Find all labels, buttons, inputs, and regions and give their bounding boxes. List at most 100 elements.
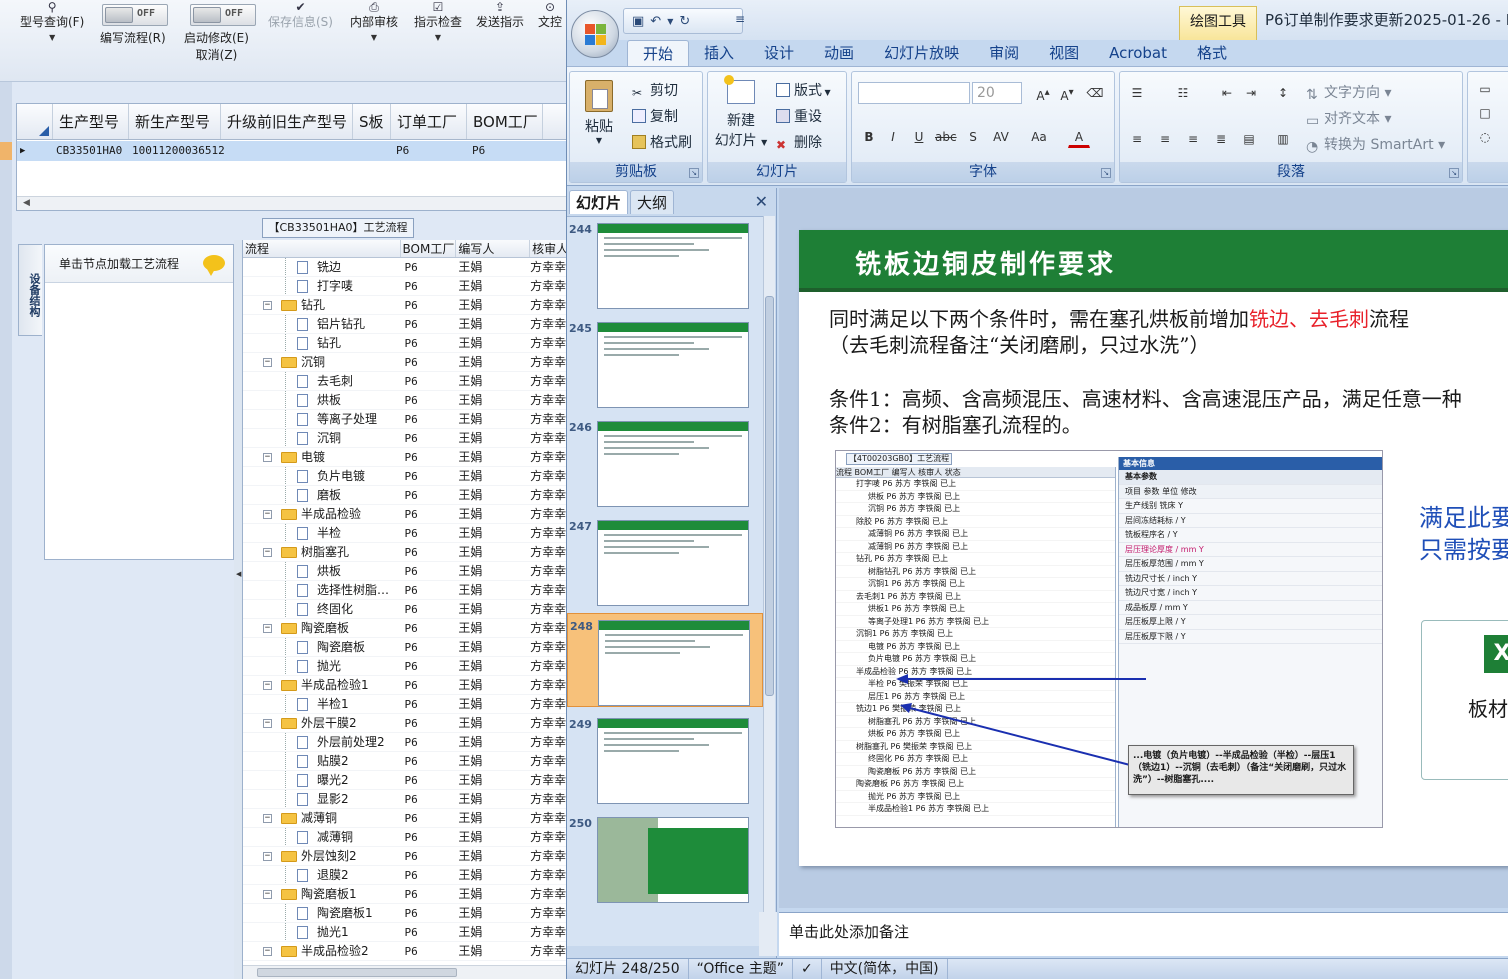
tree-node[interactable]: 抛光1 P6 王娟 方幸幸 — [243, 923, 568, 942]
write-process-toggle[interactable]: OFF — [102, 4, 168, 26]
tree-node[interactable]: − 陶瓷磨板1 P6 王娟 方幸幸 — [243, 885, 568, 904]
smartart-button[interactable]: ◔ 转换为 SmartArt ▾ — [1306, 134, 1445, 155]
tree-node[interactable]: 终固化 P6 王娟 方幸幸 — [243, 600, 568, 619]
chevron-down-icon[interactable]: ▼ — [667, 17, 673, 26]
tree-node[interactable]: 磨板 P6 王娟 方幸幸 — [243, 486, 568, 505]
tree-node[interactable]: 负片电镀 P6 王娟 方幸幸 — [243, 467, 568, 486]
tab-slideshow[interactable]: 幻灯片放映 — [869, 40, 974, 66]
slide-thumbnail[interactable]: 244 — [567, 217, 763, 311]
tree-node[interactable]: 沉铜 P6 王娟 方幸幸 — [243, 429, 568, 448]
tree-node[interactable]: 曝光2 P6 王娟 方幸幸 — [243, 771, 568, 790]
tree-node[interactable]: 贴膜2 P6 王娟 方幸幸 — [243, 752, 568, 771]
align-text-button[interactable]: ▭ 对齐文本 ▾ — [1306, 108, 1391, 129]
tree-node[interactable]: 外层前处理2 P6 王娟 方幸幸 — [243, 733, 568, 752]
slide-condition-1[interactable]: 条件1：高频、含高频混压、高速材料、含高速混压产品，满足任意一种 — [829, 386, 1462, 412]
tree-node[interactable]: 等离子处理 P6 王娟 方幸幸 — [243, 410, 568, 429]
tree-node[interactable]: − 电镀 P6 王娟 方幸幸 — [243, 448, 568, 467]
send-instruction-button[interactable]: ⇪ 发送指示 — [476, 0, 524, 31]
context-tab-drawing-tools[interactable]: 绘图工具 — [1179, 6, 1257, 40]
save-icon[interactable]: ▣ — [632, 14, 644, 29]
language-indicator[interactable]: 中文(简体，中国) — [822, 959, 948, 979]
tree-node[interactable]: 半检1 P6 王娟 方幸幸 — [243, 695, 568, 714]
dialog-launcher-icon[interactable]: ↘ — [689, 168, 699, 178]
slide-condition-2[interactable]: 条件2：有树脂塞孔流程的。 — [829, 412, 1082, 438]
tab-review[interactable]: 审阅 — [974, 40, 1034, 66]
rectangle-icon[interactable]: □ — [1474, 102, 1496, 124]
tree-node[interactable]: − 钻孔 P6 王娟 方幸幸 — [243, 296, 568, 315]
tab-home[interactable]: 开始 — [627, 40, 690, 66]
doc-control-button[interactable]: ⊙ 文控 — [538, 0, 562, 31]
new-slide-button[interactable]: 新建 幻灯片 ▼ — [714, 75, 768, 150]
tree-node[interactable]: − 半成品检验1 P6 王娟 方幸幸 — [243, 676, 568, 695]
shape-icon[interactable]: ◌ — [1474, 126, 1496, 148]
slide-text-line2[interactable]: （去毛刺流程备注“关闭磨刷，只过水洗”） — [829, 332, 1209, 358]
tab-device-structure[interactable]: 设备结构 — [18, 244, 42, 336]
italic-icon[interactable]: I — [882, 126, 904, 148]
dialog-launcher-icon[interactable]: ↘ — [1449, 168, 1459, 178]
tree-node[interactable]: − 半成品检验2 P6 王娟 方幸幸 — [243, 942, 568, 961]
enable-modify-toggle[interactable]: OFF — [190, 4, 256, 26]
textbox-icon[interactable]: ▭ — [1474, 78, 1496, 100]
clear-format-icon[interactable]: ⌫ — [1084, 82, 1106, 104]
font-color-icon[interactable]: A — [1068, 126, 1090, 148]
tree-node[interactable]: − 外层蚀刻2 P6 王娟 方幸幸 — [243, 847, 568, 866]
layout-button[interactable]: 版式 ▼ — [776, 80, 831, 100]
tree-node[interactable]: 铝片钻孔 P6 王娟 方幸幸 — [243, 315, 568, 334]
collapse-icon[interactable]: − — [263, 719, 272, 728]
collapse-icon[interactable]: − — [263, 358, 272, 367]
increase-indent-icon[interactable]: ⇥ — [1240, 82, 1262, 104]
change-case-icon[interactable]: Aa — [1028, 126, 1050, 148]
collapse-icon[interactable]: − — [263, 681, 272, 690]
notes-scrollbar[interactable] — [759, 912, 777, 956]
decrease-indent-icon[interactable]: ⇤ — [1216, 82, 1238, 104]
theme-name[interactable]: “Office 主题” — [689, 959, 793, 979]
tree-node[interactable]: 钻孔 P6 王娟 方幸幸 — [243, 334, 568, 353]
tree-node[interactable]: 烘板 P6 王娟 方幸幸 — [243, 391, 568, 410]
horizontal-scrollbar[interactable] — [243, 965, 568, 979]
font-size-input[interactable]: 20 — [972, 82, 1022, 104]
slide-thumbnail[interactable]: 247 — [567, 514, 763, 608]
shrink-font-icon[interactable]: A▾ — [1056, 82, 1078, 104]
char-spacing-icon[interactable]: AV — [990, 126, 1012, 148]
paste-button[interactable]: 粘贴 ▼ — [580, 80, 618, 145]
tree-node[interactable]: 去毛刺 P6 王娟 方幸幸 — [243, 372, 568, 391]
model-query-button[interactable]: ⚲ 型号查询(F) ▼ — [20, 0, 84, 45]
excel-object[interactable]: X 板材 — [1421, 620, 1508, 780]
slide-text-line1[interactable]: 同时满足以下两个条件时，需在塞孔烘板前增加铣边、去毛刺流程 — [829, 306, 1409, 332]
format-painter-button[interactable]: 格式刷 — [632, 132, 692, 152]
slide-thumbnail[interactable]: 246 — [567, 415, 763, 509]
strikethrough-icon[interactable]: abc — [934, 126, 957, 148]
tree-node[interactable]: − 陶瓷磨板 P6 王娟 方幸幸 — [243, 619, 568, 638]
slide-thumbnail[interactable]: 250 — [567, 811, 763, 905]
tree-node[interactable]: − 沉铜 P6 王娟 方幸幸 — [243, 353, 568, 372]
tree-node[interactable]: − 树脂塞孔 P6 王娟 方幸幸 — [243, 543, 568, 562]
splitter[interactable]: ◀ — [234, 240, 242, 979]
bold-icon[interactable]: B — [858, 126, 880, 148]
tree-node[interactable]: 显影2 P6 王娟 方幸幸 — [243, 790, 568, 809]
slide-title[interactable]: 铣板边铜皮制作要求 — [855, 244, 1116, 281]
collapse-icon[interactable]: − — [263, 453, 272, 462]
tree-node[interactable]: 打字唛 P6 王娟 方幸幸 — [243, 277, 568, 296]
table-row[interactable]: ▶ CB33501HA0 10011200036512 P6 P6 — [17, 141, 567, 161]
close-icon[interactable]: ✕ — [755, 192, 768, 211]
notes-field[interactable]: 单击此处添加备注 — [779, 912, 1508, 956]
tab-animation[interactable]: 动画 — [809, 40, 869, 66]
save-info-button[interactable]: ✔ 保存信息(S) — [268, 0, 333, 31]
tree-node[interactable]: − 半成品检验 P6 王娟 方幸幸 — [243, 505, 568, 524]
tree-node[interactable]: 半检 P6 王娟 方幸幸 — [243, 524, 568, 543]
tree-node[interactable]: 抛光 P6 王娟 方幸幸 — [243, 657, 568, 676]
tab-slides[interactable]: 幻灯片 — [569, 190, 629, 214]
tab-format[interactable]: 格式 — [1182, 40, 1242, 66]
cancel-button[interactable]: 取消(Z) — [184, 47, 249, 64]
slide-thumbnail[interactable]: 249 — [567, 712, 763, 806]
tree-node[interactable]: − 外层干膜2 P6 王娟 方幸幸 — [243, 714, 568, 733]
columns-icon[interactable]: ▥ — [1272, 128, 1294, 150]
slide-canvas[interactable]: 铣板边铜皮制作要求 同时满足以下两个条件时，需在塞孔烘板前增加铣边、去毛刺流程 … — [799, 230, 1508, 866]
office-button[interactable] — [571, 10, 619, 58]
tab-view[interactable]: 视图 — [1034, 40, 1094, 66]
shadow-icon[interactable]: S — [962, 126, 984, 148]
collapse-icon[interactable]: − — [263, 624, 272, 633]
bullets-icon[interactable]: ☰ — [1126, 82, 1148, 104]
text-direction-button[interactable]: ⇅ 文字方向 ▾ — [1306, 82, 1391, 103]
align-left-icon[interactable]: ≡ — [1126, 128, 1148, 150]
